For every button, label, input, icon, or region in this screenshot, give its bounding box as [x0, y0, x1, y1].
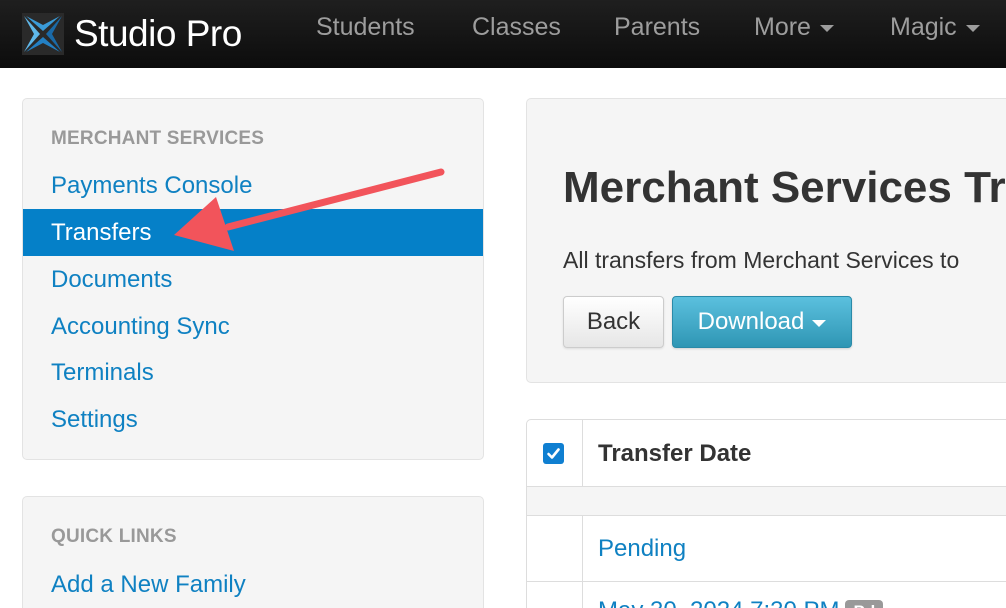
nav-label: Parents — [614, 13, 701, 41]
quick-links-sidebar: QUICK LINKS Add a New Family — [22, 496, 484, 608]
sidebar-item-documents[interactable]: Documents — [23, 256, 483, 303]
transfers-table: Transfer Date Pending May 30, 2024 7:30 … — [526, 419, 1006, 608]
page-title: Merchant Services Tr — [563, 163, 1006, 212]
top-navbar: Studio Pro Students Classes Parents More… — [0, 0, 1006, 68]
page-header-well: Merchant Services Tr All transfers from … — [526, 98, 1006, 383]
download-dropdown-button[interactable]: Download — [672, 296, 852, 348]
transfer-date-link[interactable]: May 30, 2024 7:30 PM — [598, 597, 839, 608]
page-subtitle: All transfers from Merchant Services to — [563, 247, 960, 273]
table-row: May 30, 2024 7:30 PM Pd — [598, 597, 884, 608]
nav-label: More — [754, 13, 811, 41]
sidebar-section-header: QUICK LINKS — [51, 526, 177, 547]
merchant-services-sidebar: MERCHANT SERVICES Payments Console Trans… — [22, 98, 484, 460]
brand-name: Studio Pro — [74, 13, 242, 54]
sidebar-item-accounting-sync[interactable]: Accounting Sync — [23, 303, 483, 350]
nav-students[interactable]: Students — [316, 13, 415, 42]
status-badge: Pd — [845, 599, 884, 608]
nav-classes[interactable]: Classes — [472, 13, 561, 42]
caret-down-icon — [965, 25, 980, 32]
nav-parents[interactable]: Parents — [614, 13, 700, 42]
sidebar-section-header: MERCHANT SERVICES — [51, 128, 265, 149]
sidebar-item-terminals[interactable]: Terminals — [23, 349, 483, 396]
back-button[interactable]: Back — [563, 296, 664, 348]
caret-down-icon — [819, 25, 834, 32]
row-divider — [527, 581, 1006, 582]
brand[interactable]: Studio Pro — [22, 13, 242, 55]
select-all-checkbox[interactable] — [543, 443, 564, 464]
nav-more-dropdown[interactable]: More — [754, 13, 834, 42]
back-button-label: Back — [586, 308, 641, 335]
download-button-label: Download — [697, 308, 805, 335]
sidebar-item-payments-console[interactable]: Payments Console — [23, 162, 483, 209]
sidebar-item-add-new-family[interactable]: Add a New Family — [23, 561, 483, 608]
sidebar-item-settings[interactable]: Settings — [23, 396, 483, 443]
sidebar-item-transfers[interactable]: Transfers — [23, 209, 483, 256]
table-row-pending-date[interactable]: Pending — [598, 535, 686, 563]
nav-label: Classes — [472, 13, 561, 41]
nav-label: Magic — [890, 13, 957, 41]
nav-label: Students — [316, 13, 415, 41]
table-subheader-row — [527, 487, 1006, 515]
column-header-transfer-date[interactable]: Transfer Date — [598, 440, 751, 468]
caret-down-icon — [812, 319, 827, 327]
row-divider — [527, 515, 1006, 516]
checkmark-icon — [547, 448, 560, 459]
studio-pro-x-logo — [22, 13, 64, 55]
nav-magic-dropdown[interactable]: Magic — [890, 13, 980, 42]
